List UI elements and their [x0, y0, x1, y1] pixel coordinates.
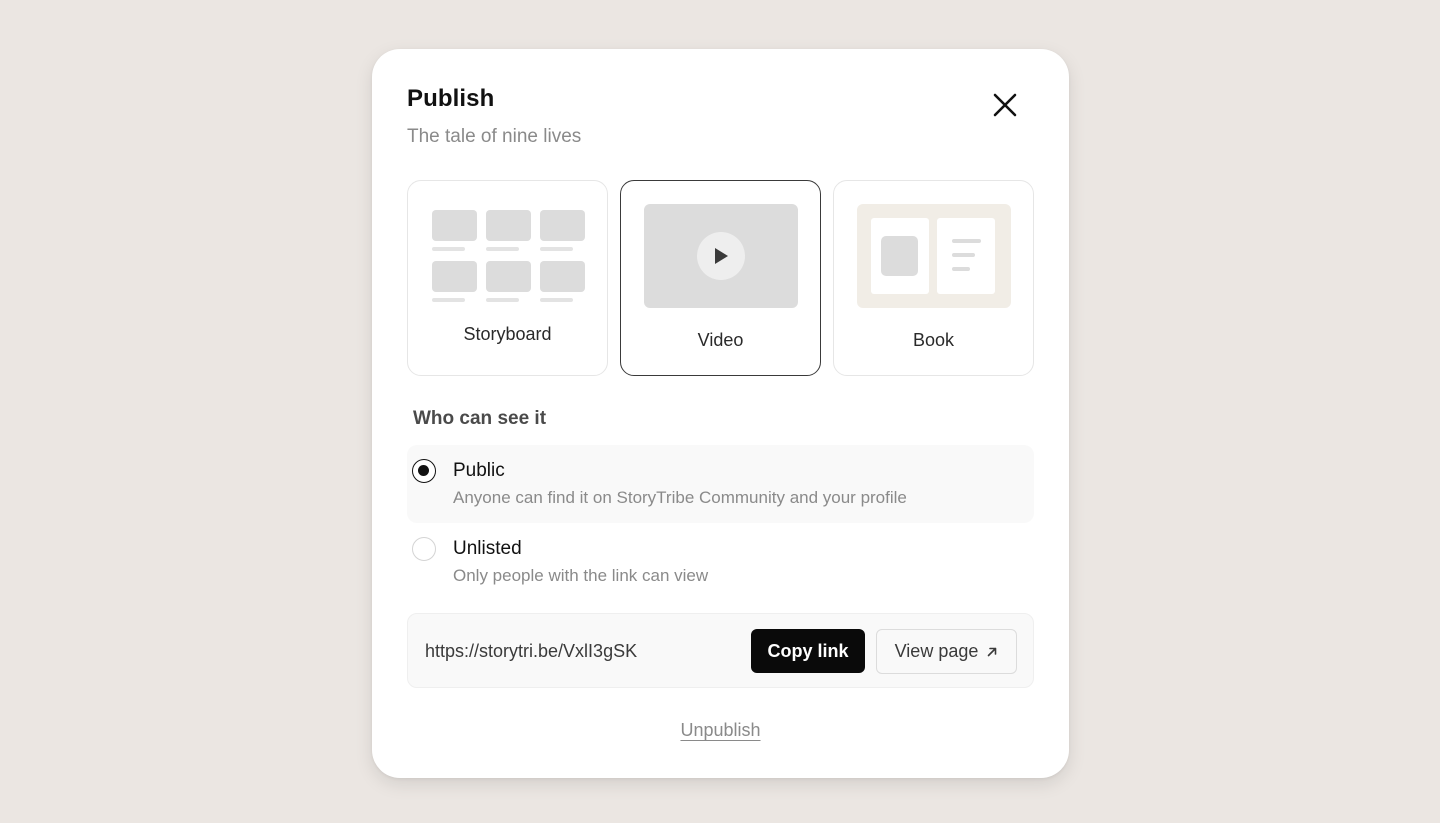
format-label-video: Video — [697, 330, 744, 350]
visibility-option-public[interactable]: Public Anyone can find it on StoryTribe … — [407, 445, 1034, 523]
video-thumbnail — [644, 204, 798, 308]
view-page-label: View page — [894, 641, 979, 661]
visibility-option-unlisted[interactable]: Unlisted Only people with the link can v… — [407, 523, 1034, 601]
format-card-video[interactable]: Video — [620, 180, 821, 376]
option-description-public: Anyone can find it on StoryTribe Communi… — [453, 488, 907, 507]
format-selector: Storyboard Video Book — [407, 180, 1034, 376]
option-description-unlisted: Only people with the link can view — [453, 566, 709, 585]
option-title-unlisted: Unlisted — [453, 538, 522, 559]
share-link-box: https://storytri.be/VxlI3gSK Copy link V… — [407, 613, 1034, 688]
option-title-public: Public — [453, 460, 505, 481]
play-icon — [697, 232, 745, 280]
format-label-storyboard: Storyboard — [463, 324, 552, 344]
copy-link-button[interactable]: Copy link — [751, 629, 865, 673]
format-label-book: Book — [912, 330, 955, 350]
close-button[interactable] — [990, 90, 1020, 120]
dialog-title: Publish — [407, 85, 495, 112]
dialog-subtitle: The tale of nine lives — [407, 126, 582, 147]
visibility-heading: Who can see it — [413, 408, 547, 429]
share-url[interactable]: https://storytri.be/VxlI3gSK — [425, 641, 637, 662]
external-arrow-icon — [988, 647, 997, 656]
format-card-storyboard[interactable]: Storyboard — [407, 180, 608, 376]
unpublish-link[interactable]: Unpublish — [680, 720, 760, 740]
format-card-book[interactable]: Book — [833, 180, 1034, 376]
radio-unlisted[interactable] — [412, 537, 436, 561]
close-icon — [993, 93, 1017, 117]
storyboard-grid-icon — [432, 210, 585, 302]
book-spread-icon — [857, 204, 1011, 308]
radio-public[interactable] — [412, 459, 436, 483]
unpublish-row: Unpublish — [372, 720, 1069, 741]
view-page-button[interactable]: View page — [876, 629, 1017, 674]
publish-dialog: Publish The tale of nine lives Storyboar… — [372, 49, 1069, 778]
